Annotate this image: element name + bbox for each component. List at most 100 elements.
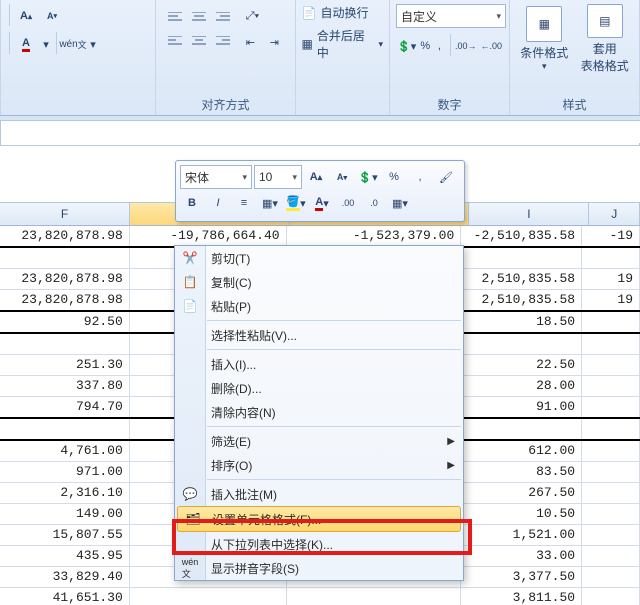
- phonetic-icon[interactable]: wén文: [61, 32, 85, 56]
- decrease-indent-icon[interactable]: ⇤: [238, 30, 262, 54]
- menu-paste[interactable]: 📄粘贴(P): [175, 294, 463, 318]
- conditional-format-button[interactable]: ▦ 条件格式 ▾: [516, 4, 573, 74]
- decrease-font-icon[interactable]: A▾: [40, 4, 64, 28]
- cell[interactable]: [130, 588, 287, 605]
- comma-icon[interactable]: ,: [433, 34, 445, 58]
- cell[interactable]: 1,521.00: [461, 525, 582, 545]
- cell[interactable]: [582, 376, 640, 396]
- mini-decrease-decimal-icon[interactable]: .00: [336, 191, 360, 215]
- cell[interactable]: 28.00: [461, 376, 582, 396]
- increase-decimal-icon[interactable]: .00→: [454, 34, 478, 58]
- cell[interactable]: [0, 334, 130, 354]
- cell[interactable]: [461, 419, 582, 439]
- cell[interactable]: 3,377.50: [461, 567, 582, 587]
- cell[interactable]: [582, 504, 640, 524]
- cell[interactable]: [582, 312, 640, 332]
- cell[interactable]: [461, 334, 582, 354]
- align-left-icon[interactable]: [162, 28, 188, 54]
- orientation-icon[interactable]: ⤢▾: [238, 4, 266, 28]
- cell[interactable]: 2,316.10: [0, 483, 130, 503]
- cell[interactable]: [582, 462, 640, 482]
- cell[interactable]: 435.95: [0, 546, 130, 566]
- menu-pick-from-list[interactable]: 从下拉列表中选择(K)...: [175, 532, 463, 556]
- cell[interactable]: 91.00: [461, 397, 582, 417]
- cell[interactable]: -2,510,835.58: [461, 226, 582, 246]
- cell[interactable]: [582, 334, 640, 354]
- font-color-icon[interactable]: A: [14, 32, 38, 56]
- cell[interactable]: 2,510,835.58: [461, 290, 582, 310]
- col-header-j[interactable]: J: [589, 203, 640, 225]
- merge-center-button[interactable]: ▦ 合并后居中 ▾: [302, 27, 384, 61]
- number-format-combo[interactable]: 自定义 ▾: [396, 4, 506, 28]
- mini-italic-icon[interactable]: I: [206, 191, 230, 215]
- align-right-icon[interactable]: [210, 28, 236, 54]
- col-header-i[interactable]: I: [469, 203, 589, 225]
- menu-clear[interactable]: 清除内容(N): [175, 400, 463, 424]
- cell[interactable]: [0, 419, 130, 439]
- menu-cut[interactable]: ✂️剪切(T): [175, 246, 463, 270]
- mini-format-painter-icon[interactable]: 🖌: [434, 165, 458, 189]
- cell[interactable]: [582, 588, 640, 605]
- formula-input[interactable]: [1, 121, 640, 143]
- cell[interactable]: 4,761.00: [0, 441, 130, 461]
- percent-icon[interactable]: %: [419, 34, 431, 58]
- menu-show-phonetic[interactable]: wén文显示拼音字段(S): [175, 556, 463, 580]
- menu-insert-comment[interactable]: 💬插入批注(M): [175, 482, 463, 506]
- cell[interactable]: 33.00: [461, 546, 582, 566]
- mini-fill-icon[interactable]: 🪣▾: [284, 191, 308, 215]
- menu-sort[interactable]: 排序(O)▶: [175, 453, 463, 477]
- wrap-text-button[interactable]: 📄 自动换行: [302, 4, 384, 21]
- cell[interactable]: [582, 441, 640, 461]
- cell[interactable]: [582, 525, 640, 545]
- cell[interactable]: 33,829.40: [0, 567, 130, 587]
- cell[interactable]: [582, 397, 640, 417]
- menu-format-cells[interactable]: 🗂设置单元格格式(F)...: [177, 506, 461, 532]
- currency-icon[interactable]: 💲▾: [396, 34, 417, 58]
- cell[interactable]: 3,811.50: [461, 588, 582, 605]
- mini-size-combo[interactable]: 10▾: [254, 165, 302, 189]
- mini-align-center-icon[interactable]: ≡: [232, 191, 256, 215]
- cell[interactable]: 23,820,878.98: [0, 290, 130, 310]
- align-top-right-icon[interactable]: [210, 4, 236, 30]
- cell[interactable]: 149.00: [0, 504, 130, 524]
- format-table-button[interactable]: ▤ 套用 表格格式: [577, 4, 634, 74]
- cell[interactable]: [287, 588, 462, 605]
- cell[interactable]: 337.80: [0, 376, 130, 396]
- cell[interactable]: 794.70: [0, 397, 130, 417]
- mini-grow-font-icon[interactable]: A▴: [304, 165, 328, 189]
- mini-font-color-icon[interactable]: A▾: [310, 191, 334, 215]
- cell[interactable]: 23,820,878.98: [0, 269, 130, 289]
- cell[interactable]: [582, 546, 640, 566]
- mini-increase-decimal-icon[interactable]: .0: [362, 191, 386, 215]
- cell[interactable]: 83.50: [461, 462, 582, 482]
- cell[interactable]: 10.50: [461, 504, 582, 524]
- cell[interactable]: -1,523,379.00: [287, 226, 462, 246]
- align-top-center-icon[interactable]: [186, 4, 212, 30]
- decrease-decimal-icon[interactable]: ←.00: [480, 34, 504, 58]
- menu-paste-special[interactable]: 选择性粘贴(V)...: [175, 323, 463, 347]
- cell[interactable]: 251.30: [0, 355, 130, 375]
- cell[interactable]: [461, 248, 582, 268]
- cell[interactable]: 971.00: [0, 462, 130, 482]
- mini-shrink-font-icon[interactable]: A▾: [330, 165, 354, 189]
- cell[interactable]: [582, 567, 640, 587]
- cell[interactable]: 2,510,835.58: [461, 269, 582, 289]
- cell[interactable]: 19: [582, 269, 640, 289]
- mini-bold-icon[interactable]: B: [180, 191, 204, 215]
- cell[interactable]: [582, 355, 640, 375]
- phonetic-more-icon[interactable]: ▾: [87, 32, 99, 56]
- menu-insert[interactable]: 插入(I)...: [175, 352, 463, 376]
- increase-indent-icon[interactable]: ⇥: [262, 30, 286, 54]
- cell[interactable]: 267.50: [461, 483, 582, 503]
- col-header-f[interactable]: F: [0, 203, 130, 225]
- cell[interactable]: 15,807.55: [0, 525, 130, 545]
- menu-copy[interactable]: 📋复制(C): [175, 270, 463, 294]
- mini-percent-icon[interactable]: %: [382, 165, 406, 189]
- cell[interactable]: 612.00: [461, 441, 582, 461]
- mini-currency-icon[interactable]: 💲▾: [356, 165, 380, 189]
- cell[interactable]: 18.50: [461, 312, 582, 332]
- mini-merge-icon[interactable]: ▦▾: [388, 191, 412, 215]
- cell[interactable]: [582, 419, 640, 439]
- cell[interactable]: 41,651.30: [0, 588, 130, 605]
- mini-font-combo[interactable]: 宋体▾: [180, 165, 252, 189]
